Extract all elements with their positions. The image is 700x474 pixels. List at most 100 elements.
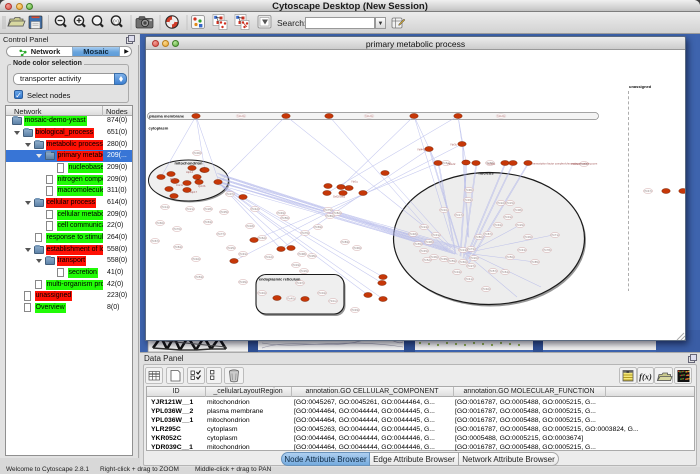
- svg-text:Ybr26c: Ybr26c: [300, 269, 309, 273]
- svg-text:Ybr63c: Ybr63c: [204, 220, 213, 224]
- svg-text:Ydr1c: Ydr1c: [351, 180, 359, 184]
- svg-text:Yol122c: Yol122c: [497, 115, 506, 118]
- svg-text:Ybr67c: Ybr67c: [151, 239, 160, 243]
- svg-text:Ybr27c: Ybr27c: [467, 264, 476, 268]
- svg-text:Ybr75c: Ybr75c: [324, 208, 333, 212]
- svg-text:Ybr73c: Ybr73c: [467, 247, 476, 251]
- svg-text:Yol122c: Yol122c: [365, 115, 374, 118]
- svg-text:f(x): f(x): [639, 372, 652, 382]
- svg-text:unassigned: unassigned: [629, 84, 652, 89]
- svg-text:Ybr36c: Ybr36c: [524, 235, 533, 239]
- svg-text:Ybr29c: Ybr29c: [516, 223, 525, 227]
- svg-text:Ybr94c: Ybr94c: [494, 223, 503, 227]
- svg-text:Yhr99c: Yhr99c: [571, 162, 580, 166]
- svg-text:Qcr2b: Qcr2b: [198, 184, 206, 188]
- svg-text:Ybr69c: Ybr69c: [314, 225, 323, 229]
- svg-text:Ybr01c: Ybr01c: [504, 215, 513, 219]
- svg-text:cytoplasm: cytoplasm: [149, 126, 169, 131]
- svg-text:Ybr92c: Ybr92c: [482, 287, 491, 291]
- svg-text:Ybr87c: Ybr87c: [484, 232, 493, 236]
- svg-text:Ybr35c: Ybr35c: [220, 210, 229, 214]
- svg-text:Ybr49c: Ybr49c: [277, 211, 286, 215]
- svg-text:Ydr3c: Ydr3c: [450, 143, 458, 147]
- svg-text:Ybr99c: Ybr99c: [440, 257, 449, 261]
- svg-text:nucleus: nucleus: [478, 171, 494, 176]
- svg-text:Ybr90c: Ybr90c: [353, 246, 362, 250]
- svg-text:Ybr34c: Ybr34c: [453, 270, 462, 274]
- svg-text:Ybr33c: Ybr33c: [351, 308, 360, 312]
- svg-text:Ykl442: Ykl442: [417, 148, 426, 152]
- svg-text:Ybr05c: Ybr05c: [308, 254, 317, 258]
- svg-text:Ybr12c: Ybr12c: [265, 255, 274, 259]
- svg-text:Ybr20c: Ybr20c: [470, 256, 479, 260]
- svg-text:Ybr76c: Ybr76c: [301, 231, 310, 235]
- svg-text:Ybr60c: Ybr60c: [156, 221, 165, 225]
- svg-text:Snf2/Swi2: Snf2/Swi2: [333, 195, 346, 199]
- svg-text:Ybr21c: Ybr21c: [186, 207, 195, 211]
- svg-text:Yol122c: Yol122c: [237, 115, 246, 118]
- svg-text:Ybr28c: Ybr28c: [204, 207, 213, 211]
- svg-text:Ybr89c: Ybr89c: [326, 214, 335, 218]
- svg-text:Ybr70c: Ybr70c: [173, 227, 182, 231]
- svg-text:Ybr56c: Ybr56c: [281, 216, 290, 220]
- svg-text:Atp14: Atp14: [186, 170, 194, 174]
- svg-text:Ybr85c: Ybr85c: [531, 260, 540, 264]
- svg-text:Ybr25c: Ybr25c: [227, 246, 236, 250]
- svg-text:Ybr84c: Ybr84c: [174, 245, 183, 249]
- svg-text:Cor1c: Cor1c: [176, 183, 184, 187]
- svg-text:Ybr41c: Ybr41c: [465, 277, 474, 281]
- svg-text:Ybr59c: Ybr59c: [448, 259, 457, 263]
- svg-text:Ybr47c: Ybr47c: [644, 189, 653, 193]
- svg-text:Ybr07c: Ybr07c: [226, 192, 235, 196]
- svg-text:Ybr10c: Ybr10c: [440, 208, 449, 212]
- svg-text:Ybr55c: Ybr55c: [414, 242, 423, 246]
- svg-text:Ybr64c: Ybr64c: [501, 270, 510, 274]
- svg-text:Ybr98c: Ybr98c: [298, 252, 307, 256]
- svg-text:YGL22: YGL22: [447, 162, 456, 166]
- svg-text:Ybr17c: Ybr17c: [455, 213, 464, 217]
- svg-text:Ybr62c: Ybr62c: [258, 236, 267, 240]
- svg-text:Ybr91c: Ybr91c: [239, 252, 248, 256]
- svg-text:Ybr71c: Ybr71c: [551, 233, 560, 237]
- svg-text:Ybr19c: Ybr19c: [292, 263, 301, 267]
- svg-text:Ybr77c: Ybr77c: [217, 232, 226, 236]
- svg-text:mitochondrion: mitochondrion: [175, 161, 204, 166]
- svg-text:Ybr80c: Ybr80c: [475, 235, 484, 239]
- svg-text:Ybr06c: Ybr06c: [430, 255, 439, 259]
- svg-text:Ybr83c: Ybr83c: [341, 240, 350, 244]
- svg-text:(=): (=): [113, 18, 119, 23]
- svg-text:Ybr39c: Ybr39c: [239, 280, 248, 284]
- svg-text:Ybr42c: Ybr42c: [251, 207, 260, 211]
- svg-text:Ybr11c: Ybr11c: [329, 299, 338, 303]
- svg-text:Ybr24c: Ybr24c: [420, 225, 429, 229]
- svg-text:Ybr00c: Ybr00c: [193, 151, 202, 155]
- svg-text:Ybr43c: Ybr43c: [518, 248, 527, 252]
- svg-text:Ybr82c: Ybr82c: [333, 211, 342, 215]
- svg-text:Ybr32c: Ybr32c: [192, 257, 201, 261]
- svg-text:Ybr53c: Ybr53c: [195, 275, 204, 279]
- svg-text:Ybr40c: Ybr40c: [287, 297, 296, 301]
- svg-text:endoplasmic reticulum: endoplasmic reticulum: [259, 278, 301, 282]
- svg-text:Ybr50c: Ybr50c: [506, 255, 515, 259]
- svg-text:Ybr96c: Ybr96c: [465, 188, 474, 192]
- svg-text:transcription factor complex/c: transcription factor complex/chromatin r…: [532, 162, 598, 166]
- svg-text:Yor32c: Yor32c: [487, 162, 496, 166]
- svg-text:Ybr13c: Ybr13c: [459, 248, 468, 252]
- svg-text:Rip1: Rip1: [170, 177, 176, 181]
- svg-text:Ybr38c: Ybr38c: [425, 240, 434, 244]
- svg-text:Ybr78c: Ybr78c: [543, 248, 552, 252]
- svg-text:Ybr48c: Ybr48c: [409, 232, 418, 236]
- svg-text:Ybr66c: Ybr66c: [459, 260, 468, 264]
- svg-text:Ybr15c: Ybr15c: [506, 201, 515, 205]
- svg-text:Ybr08c: Ybr08c: [514, 208, 523, 212]
- svg-text:Ybr57c: Ybr57c: [489, 269, 498, 273]
- svg-text:Ybr22c: Ybr22c: [497, 201, 506, 205]
- svg-text:Ybr46c: Ybr46c: [258, 291, 267, 295]
- svg-text:Ybr14c: Ybr14c: [161, 205, 170, 209]
- svg-text:Ybr03c: Ybr03c: [464, 198, 473, 202]
- svg-text:Ybr04c: Ybr04c: [318, 291, 327, 295]
- svg-text:Ybr45c: Ybr45c: [420, 249, 429, 253]
- svg-text:plasma membrane: plasma membrane: [149, 114, 185, 119]
- svg-text:Atp17: Atp17: [190, 190, 198, 194]
- svg-text:Ybr31c: Ybr31c: [432, 233, 441, 237]
